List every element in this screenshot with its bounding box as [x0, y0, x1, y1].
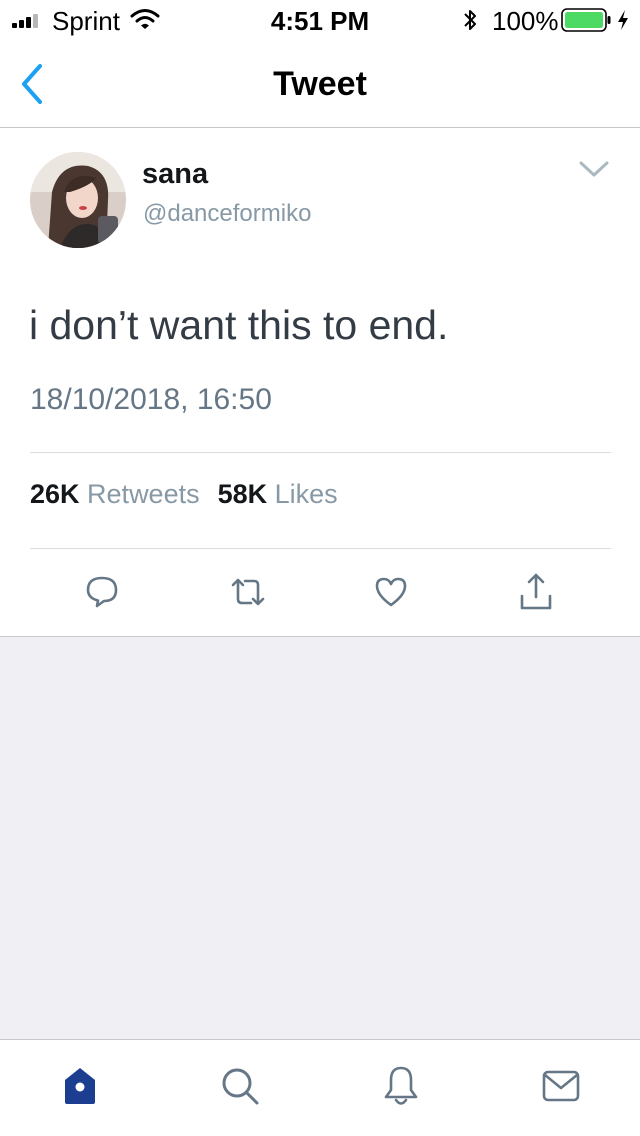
- share-icon: [520, 573, 552, 610]
- notifications-icon: [384, 1066, 418, 1105]
- divider: [30, 548, 611, 549]
- retweets-stat[interactable]: 26K Retweets: [30, 479, 200, 509]
- divider: [30, 452, 611, 453]
- retweet-button[interactable]: [226, 570, 270, 614]
- empty-replies-area: [0, 636, 640, 1039]
- likes-stat[interactable]: 58K Likes: [218, 479, 338, 509]
- tab-bar: [0, 1039, 640, 1136]
- bluetooth-icon: [464, 10, 476, 30]
- tab-messages[interactable]: [537, 1062, 585, 1110]
- reply-button[interactable]: [80, 570, 124, 614]
- charging-icon: [618, 10, 628, 30]
- tab-notifications[interactable]: [377, 1062, 425, 1110]
- like-button[interactable]: [369, 570, 413, 614]
- messages-icon: [542, 1070, 580, 1102]
- tweet-text: i don’t want this to end.: [29, 302, 449, 348]
- status-bar: Sprint 4:51 PM 100%: [0, 0, 640, 40]
- like-icon: [375, 577, 407, 607]
- nav-bar: Tweet: [0, 40, 640, 128]
- avatar-image: [30, 152, 126, 248]
- retweets-count: 26K: [30, 479, 80, 509]
- home-icon: [65, 1068, 95, 1104]
- tweet-timestamp: 18/10/2018, 16:50: [30, 383, 272, 416]
- tab-home[interactable]: [56, 1062, 104, 1110]
- likes-count: 58K: [217, 479, 268, 509]
- user-handle[interactable]: @danceformiko: [143, 199, 311, 229]
- page-title: Tweet: [273, 65, 367, 103]
- tweet-stats: 26K Retweets 58K Likes: [30, 478, 338, 510]
- retweet-icon: [231, 578, 265, 606]
- share-button[interactable]: [514, 570, 558, 614]
- retweets-label: Retweets: [87, 479, 200, 509]
- battery-icon: [561, 8, 611, 32]
- tab-search[interactable]: [216, 1062, 264, 1110]
- reply-icon: [86, 576, 118, 608]
- likes-label: Likes: [274, 479, 338, 509]
- avatar[interactable]: [30, 152, 126, 248]
- chevron-down-icon[interactable]: [578, 158, 610, 180]
- display-name[interactable]: sana: [142, 158, 208, 190]
- search-icon: [222, 1068, 259, 1105]
- battery-percent: 100%: [492, 6, 559, 36]
